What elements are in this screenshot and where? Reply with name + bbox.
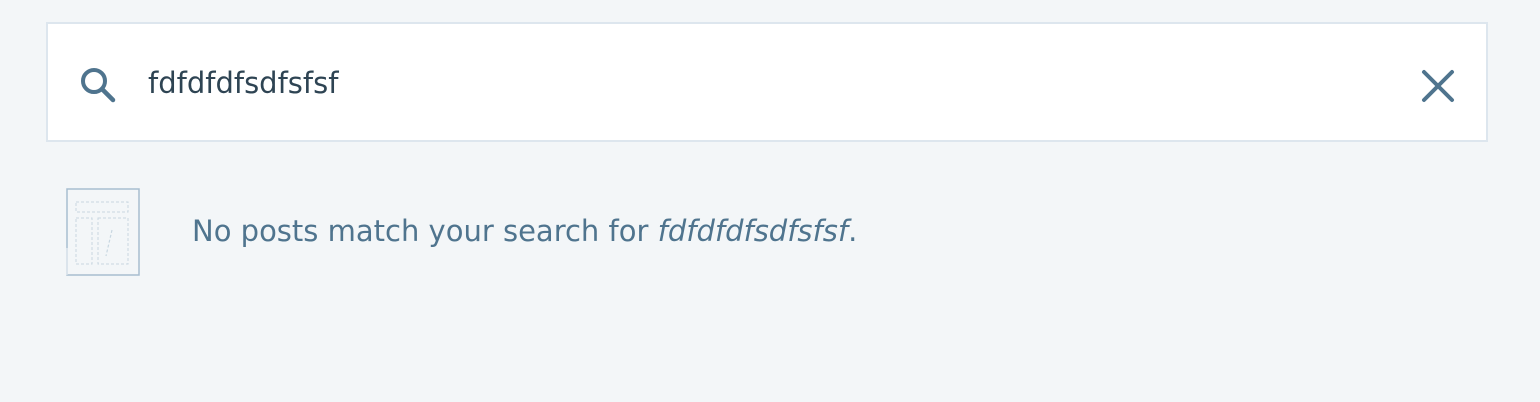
close-icon[interactable] — [1418, 66, 1458, 106]
message-suffix: . — [848, 214, 858, 248]
message-prefix: No posts match your search for — [192, 214, 658, 248]
search-input[interactable] — [148, 60, 1368, 106]
search-query: fdfdfdfsdfsfsf — [657, 214, 849, 248]
search-bar — [46, 22, 1488, 142]
search-icon[interactable] — [78, 66, 118, 106]
empty-document-icon — [66, 188, 140, 276]
empty-state-message: No posts match your search for fdfdfdfsd… — [192, 214, 857, 248]
